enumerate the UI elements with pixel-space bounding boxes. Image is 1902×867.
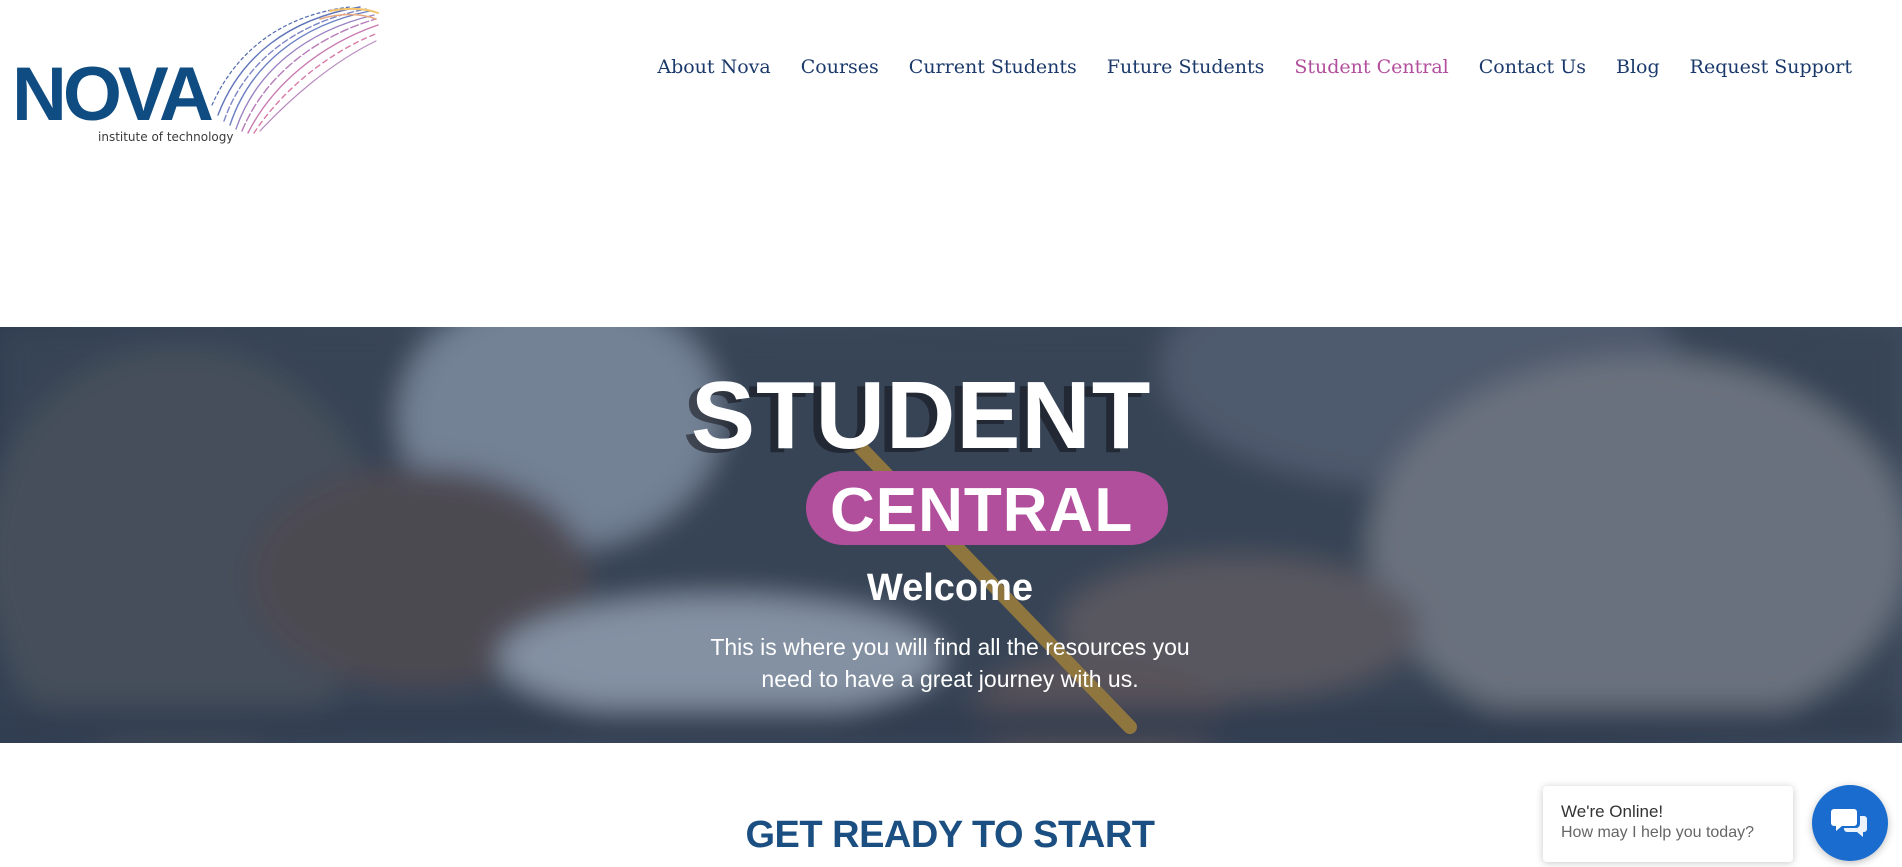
nav-item-current-students[interactable]: Current Students xyxy=(909,56,1077,78)
chat-open-button[interactable] xyxy=(1812,785,1888,861)
main-navigation: About Nova Courses Current Students Futu… xyxy=(627,56,1852,78)
chat-greeting-bubble[interactable]: We're Online! How may I help you today? xyxy=(1543,786,1793,862)
nav-item-request-support[interactable]: Request Support xyxy=(1690,56,1852,78)
chat-bubbles-icon xyxy=(1831,809,1867,837)
hero-description: This is where you will find all the reso… xyxy=(710,634,1190,692)
hero-pill-label: CENTRAL xyxy=(830,476,1134,545)
site-header: NOVA institute of technology About Nova … xyxy=(0,0,1902,160)
logo-wordmark: NOVA xyxy=(12,52,214,137)
nav-item-future-students[interactable]: Future Students xyxy=(1107,56,1265,78)
nav-item-blog[interactable]: Blog xyxy=(1616,56,1660,78)
logo-subtitle: institute of technology xyxy=(98,130,234,144)
chat-status-text: We're Online! xyxy=(1561,802,1664,821)
hero-banner: STUDENT STUDENT CENTRAL Welcome This is … xyxy=(0,327,1902,743)
hero-welcome-heading: Welcome xyxy=(866,567,1034,609)
nova-logo[interactable]: NOVA institute of technology xyxy=(10,5,379,145)
nav-item-about-nova[interactable]: About Nova xyxy=(657,56,770,78)
nav-item-courses[interactable]: Courses xyxy=(801,56,879,78)
hero-title: STUDENT xyxy=(691,362,1152,469)
nav-item-student-central[interactable]: Student Central xyxy=(1294,56,1448,78)
logo-swoosh-graphic xyxy=(211,6,379,134)
chat-prompt-text: How may I help you today? xyxy=(1561,824,1754,841)
nav-item-contact-us[interactable]: Contact Us xyxy=(1479,56,1586,78)
